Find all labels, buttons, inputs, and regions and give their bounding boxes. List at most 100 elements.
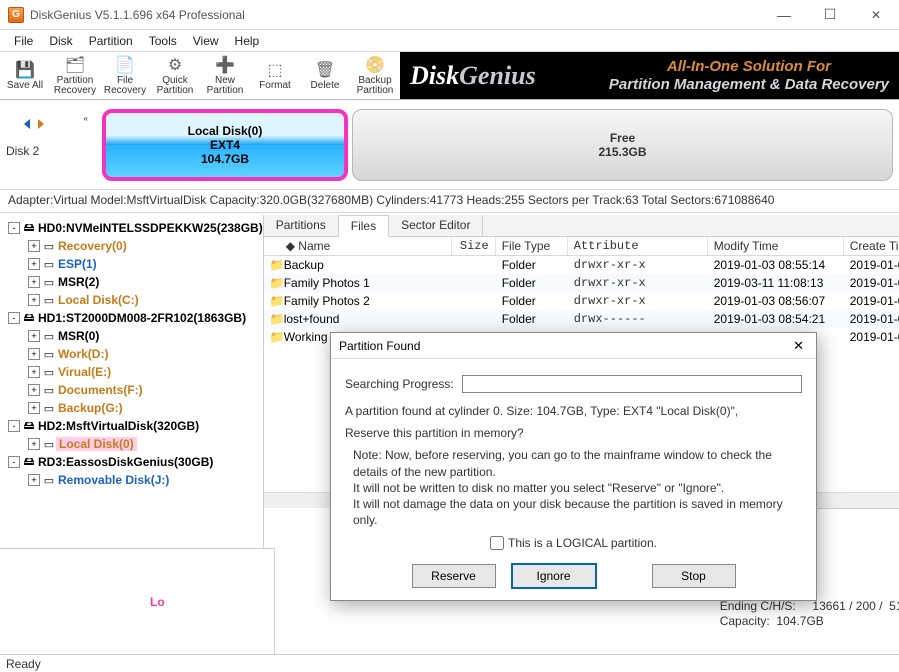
tree-row[interactable]: +▭Local Disk(0)	[0, 435, 263, 453]
progress-label: Searching Progress:	[345, 377, 454, 391]
file-row[interactable]: 📁Family Photos 2Folderdrwxr-xr-x2019-01-…	[264, 292, 899, 310]
expand-collapse-icon[interactable]: -	[8, 222, 20, 234]
col-type[interactable]: File Type	[496, 237, 568, 255]
tree-row[interactable]: -🖴HD0:NVMeINTELSSDPEKKW25(238GB)	[0, 219, 263, 237]
tool-quick-partition[interactable]: ⚙Quick Partition	[150, 52, 200, 99]
delete-icon: 🗑	[313, 60, 337, 80]
tree-label: Documents(F:)	[56, 383, 143, 397]
close-button[interactable]: ✕	[853, 0, 899, 30]
menu-disk[interactable]: Disk	[41, 32, 80, 50]
nav-forward-button[interactable]	[36, 118, 46, 130]
tree-label: Local Disk(C:)	[56, 293, 139, 307]
tab-files[interactable]: Files	[339, 215, 389, 237]
segment-name: Free	[610, 131, 635, 145]
partition-icon: ▭	[42, 438, 56, 451]
expand-collapse-icon[interactable]: +	[28, 438, 40, 450]
folder-icon: 📁	[270, 330, 284, 344]
expand-collapse-icon[interactable]: +	[28, 474, 40, 486]
tree-row[interactable]: -🖴HD2:MsftVirtualDisk(320GB)	[0, 417, 263, 435]
expand-collapse-icon[interactable]: +	[28, 330, 40, 342]
tree-row[interactable]: +▭MSR(2)	[0, 273, 263, 291]
tree-label: HD1:ST2000DM008-2FR102(1863GB)	[36, 311, 246, 325]
menu-view[interactable]: View	[185, 32, 227, 50]
col-size[interactable]: Size	[452, 237, 496, 255]
tool-delete[interactable]: 🗑Delete	[300, 52, 350, 99]
col-create[interactable]: Create Time	[844, 237, 899, 255]
segment-name: Local Disk(0)	[188, 124, 263, 138]
file-row[interactable]: 📁lost+foundFolderdrwx------2019-01-03 08…	[264, 310, 899, 328]
expand-collapse-icon[interactable]: +	[28, 258, 40, 270]
chevron-left-icon[interactable]: «	[84, 114, 88, 123]
col-attr[interactable]: Attribute	[568, 237, 708, 255]
tree-row[interactable]: +▭Virual(E:)	[0, 363, 263, 381]
tree-row[interactable]: +▭MSR(0)	[0, 327, 263, 345]
toolbar: 💾Save All🗂Partition Recovery📄File Recove…	[0, 52, 899, 100]
menu-partition[interactable]: Partition	[81, 32, 141, 50]
expand-collapse-icon[interactable]: +	[28, 240, 40, 252]
tree-row[interactable]: +▭Local Disk(C:)	[0, 291, 263, 309]
found-msg: A partition found at cylinder 0. Size: 1…	[345, 403, 802, 419]
expand-collapse-icon[interactable]: -	[8, 456, 20, 468]
titlebar: DiskGenius V5.1.1.696 x64 Professional —…	[0, 0, 899, 30]
tool-save-all[interactable]: 💾Save All	[0, 52, 50, 99]
tool-backup-partition[interactable]: 📀Backup Partition	[350, 52, 400, 99]
content-tabs: PartitionsFilesSector Editor	[264, 215, 899, 237]
app-logo-icon	[8, 7, 24, 23]
tree-row[interactable]: +▭Documents(F:)	[0, 381, 263, 399]
reserve-button[interactable]: Reserve	[412, 564, 496, 588]
minimize-button[interactable]: —	[761, 0, 807, 30]
partition-icon: ▭	[42, 276, 56, 289]
file-row[interactable]: 📁BackupFolderdrwxr-xr-x2019-01-03 08:55:…	[264, 256, 899, 274]
expand-collapse-icon[interactable]: +	[28, 348, 40, 360]
tab-sector-editor[interactable]: Sector Editor	[389, 215, 483, 236]
banner-tagline-2: Partition Management & Data Recovery	[609, 76, 889, 93]
logical-partition-checkbox[interactable]	[490, 536, 504, 550]
expand-collapse-icon[interactable]: +	[28, 294, 40, 306]
progress-bar	[462, 375, 802, 393]
dialog-close-button[interactable]: ✕	[789, 338, 808, 354]
expand-collapse-icon[interactable]: +	[28, 366, 40, 378]
disk-info-line: Adapter:Virtual Model:MsftVirtualDisk Ca…	[0, 190, 899, 213]
tree-label: MSR(0)	[56, 329, 99, 343]
stop-button[interactable]: Stop	[652, 564, 736, 588]
tool-format[interactable]: ⬚Format	[250, 52, 300, 99]
partition-segment-local[interactable]: Local Disk(0) EXT4 104.7GB	[102, 109, 348, 181]
note-text: Note: Now, before reserving, you can go …	[345, 447, 802, 528]
current-disk-label: Disk 2	[6, 144, 39, 158]
tree-row[interactable]: +▭Recovery(0)	[0, 237, 263, 255]
expand-collapse-icon[interactable]: +	[28, 276, 40, 288]
col-mod[interactable]: Modify Time	[708, 237, 844, 255]
file-row[interactable]: 📁Family Photos 1Folderdrwxr-xr-x2019-03-…	[264, 274, 899, 292]
disk-icon: 🖴	[22, 219, 36, 238]
expand-collapse-icon[interactable]: +	[28, 402, 40, 414]
nav-back-button[interactable]	[22, 118, 32, 130]
ignore-button[interactable]: Ignore	[512, 564, 596, 588]
tool-new-partition[interactable]: ➕New Partition	[200, 52, 250, 99]
brand-part-1: Disk	[410, 61, 459, 91]
file-recovery-icon: 📄	[113, 55, 137, 75]
menu-help[interactable]: Help	[227, 32, 268, 50]
partition-segment-free[interactable]: Free 215.3GB	[352, 109, 893, 181]
tree-row[interactable]: -🖴HD1:ST2000DM008-2FR102(1863GB)	[0, 309, 263, 327]
expand-collapse-icon[interactable]: -	[8, 312, 20, 324]
expand-collapse-icon[interactable]: -	[8, 420, 20, 432]
tree-row[interactable]: +▭Removable Disk(J:)	[0, 471, 263, 489]
col-name[interactable]: Name	[298, 239, 330, 253]
tree-label: ESP(1)	[56, 257, 97, 271]
tool-partition-recovery[interactable]: 🗂Partition Recovery	[50, 52, 100, 99]
partition-icon: ▭	[42, 384, 56, 397]
tree-row[interactable]: +▭Work(D:)	[0, 345, 263, 363]
maximize-button[interactable]: ☐	[807, 0, 853, 30]
tab-partitions[interactable]: Partitions	[264, 215, 339, 236]
tree-row[interactable]: +▭Backup(G:)	[0, 399, 263, 417]
partition-icon: ▭	[42, 258, 56, 271]
tree-row[interactable]: -🖴RD3:EassosDiskGenius(30GB)	[0, 453, 263, 471]
expand-collapse-icon[interactable]: +	[28, 384, 40, 396]
tree-row[interactable]: +▭ESP(1)	[0, 255, 263, 273]
menu-file[interactable]: File	[6, 32, 41, 50]
window-title: DiskGenius V5.1.1.696 x64 Professional	[30, 8, 761, 22]
tool-file-recovery[interactable]: 📄File Recovery	[100, 52, 150, 99]
menu-tools[interactable]: Tools	[141, 32, 185, 50]
statusbar: Ready	[0, 654, 899, 672]
partition-icon: ▭	[42, 330, 56, 343]
